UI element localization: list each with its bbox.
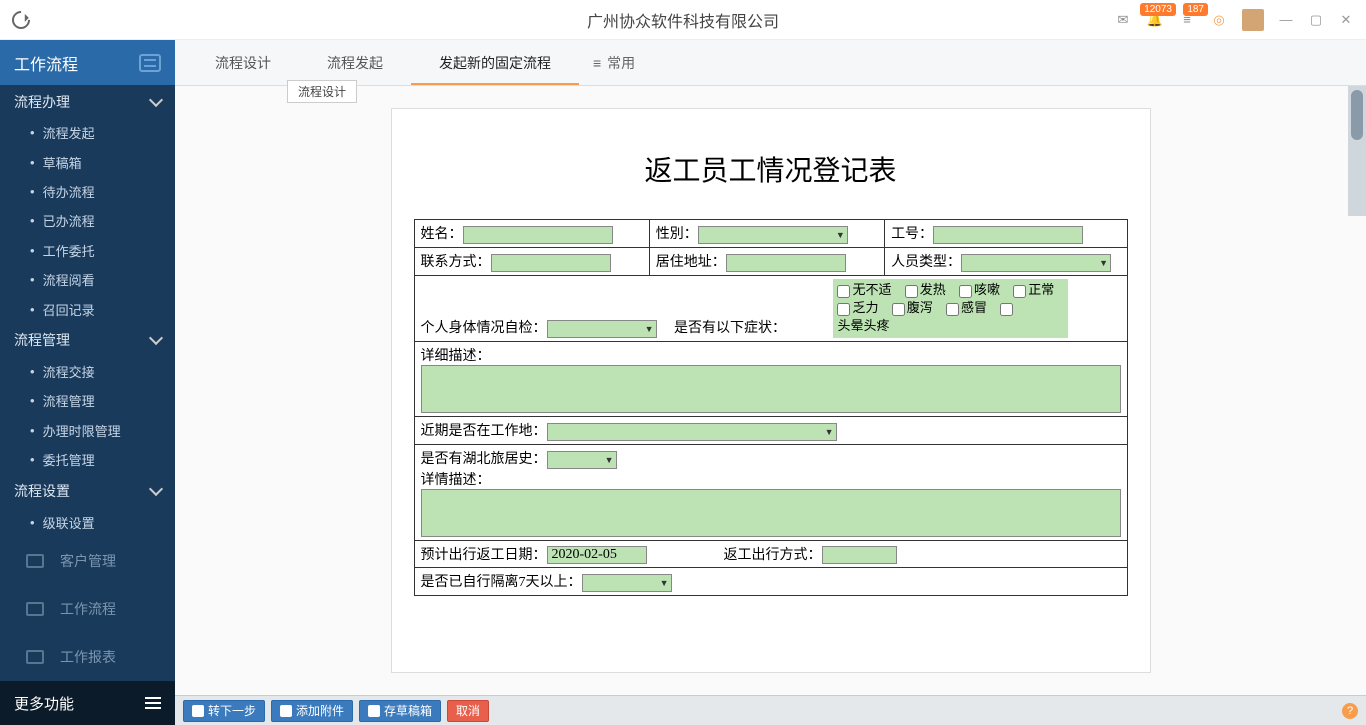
sidebar-item-recall[interactable]: 召回记录	[0, 294, 175, 323]
list-icon[interactable]: ≡187	[1178, 11, 1196, 29]
footer-bar: 转下一步 添加附件 存草稿箱 取消 ?	[175, 695, 1366, 725]
help-icon[interactable]: ?	[1342, 703, 1358, 719]
tab-start[interactable]: 流程发起	[299, 40, 411, 85]
draft-icon	[368, 705, 380, 717]
scrollbar[interactable]	[1348, 86, 1366, 216]
next-icon	[192, 705, 204, 717]
sidebar-group-settings[interactable]: 流程设置	[0, 474, 175, 507]
sidebar-group-process[interactable]: 流程办理	[0, 85, 175, 118]
hamburger-icon	[145, 697, 161, 709]
collapse-icon[interactable]	[139, 54, 161, 72]
return-date-field[interactable]: 2020-02-05	[547, 546, 647, 564]
return-way-field[interactable]	[822, 546, 897, 564]
chevron-down-icon	[149, 93, 163, 107]
hubei-select[interactable]	[547, 451, 617, 469]
sidebar-more[interactable]: 更多功能	[0, 681, 175, 725]
minimize-icon[interactable]: —	[1278, 12, 1294, 28]
sidebar-item-todo[interactable]: 待办流程	[0, 177, 175, 206]
chevron-down-icon	[149, 331, 163, 345]
sidebar-item-delegate[interactable]: 工作委托	[0, 236, 175, 265]
chk-cough[interactable]: 咳嗽	[959, 282, 1000, 297]
chk-none[interactable]: 无不适	[837, 282, 891, 297]
sidebar-item-draft[interactable]: 草稿箱	[0, 148, 175, 177]
tab-new-fixed[interactable]: 发起新的固定流程	[411, 40, 579, 85]
mail-icon[interactable]: ✉	[1114, 11, 1132, 29]
sidebar-big-workflow[interactable]: 工作流程	[0, 585, 175, 633]
close-icon[interactable]: ✕	[1338, 12, 1354, 28]
bell-badge: 12073	[1140, 3, 1176, 16]
contact-field[interactable]	[491, 254, 611, 272]
sidebar-item-limit[interactable]: 办理时限管理	[0, 416, 175, 445]
tab-common[interactable]: ≡常用	[579, 40, 649, 85]
sidebar-item-handover[interactable]: 流程交接	[0, 357, 175, 386]
name-field[interactable]	[463, 226, 613, 244]
chk-fatigue[interactable]: 乏力	[837, 300, 878, 315]
reload-icon[interactable]	[8, 7, 33, 32]
tooltip: 流程设计	[287, 80, 357, 103]
sidebar-item-start[interactable]: 流程发起	[0, 118, 175, 147]
maximize-icon[interactable]: ▢	[1308, 12, 1324, 28]
sidebar: 工作流程 流程办理 流程发起 草稿箱 待办流程 已办流程 工作委托 流程阅看 召…	[0, 40, 175, 725]
bell-icon[interactable]: 🔔12073	[1146, 11, 1164, 29]
form-scroll: 返工员工情况登记表 姓名： 性別： 工号： 联系方式： 居住地址： 人员类型：	[175, 86, 1366, 695]
sidebar-big-customer[interactable]: 客户管理	[0, 537, 175, 585]
user-icon	[26, 554, 44, 568]
detail-textarea[interactable]	[421, 365, 1121, 413]
sidebar-item-view[interactable]: 流程阅看	[0, 265, 175, 294]
form-title: 返工员工情况登记表	[414, 149, 1128, 189]
selfcheck-select[interactable]	[547, 320, 657, 338]
title-bar: 广州协众软件科技有限公司 ✉ 🔔12073 ≡187 ◎ — ▢ ✕	[0, 0, 1366, 40]
form-table: 姓名： 性別： 工号： 联系方式： 居住地址： 人员类型： 个人身	[414, 219, 1128, 596]
cancel-button[interactable]: 取消	[447, 700, 489, 722]
chk-diarrhea[interactable]: 腹泻	[892, 300, 933, 315]
symptom-checks: 无不适 发热 咳嗽 正常 乏力 腹泻 感冒 头晕头疼	[833, 279, 1068, 338]
address-field[interactable]	[726, 254, 846, 272]
recent-loc-select[interactable]	[547, 423, 837, 441]
sidebar-header[interactable]: 工作流程	[0, 40, 175, 85]
menu-icon: ≡	[593, 55, 601, 71]
app-title: 广州协众软件科技有限公司	[587, 8, 779, 32]
bulb-icon[interactable]: ◎	[1210, 11, 1228, 29]
flow-icon	[26, 602, 44, 616]
sidebar-item-mgmt[interactable]: 流程管理	[0, 386, 175, 415]
attach-button[interactable]: 添加附件	[271, 700, 353, 722]
draft-button[interactable]: 存草稿箱	[359, 700, 441, 722]
ptype-select[interactable]	[961, 254, 1111, 272]
sidebar-group-manage[interactable]: 流程管理	[0, 324, 175, 357]
list-badge: 187	[1183, 3, 1208, 16]
chk-normal[interactable]: 正常	[1013, 282, 1054, 297]
sidebar-item-done[interactable]: 已办流程	[0, 206, 175, 235]
sidebar-header-label: 工作流程	[14, 51, 78, 75]
detail2-textarea[interactable]	[421, 489, 1121, 537]
sidebar-item-cascade[interactable]: 级联设置	[0, 508, 175, 537]
chk-cold[interactable]: 感冒	[946, 300, 987, 315]
avatar[interactable]	[1242, 9, 1264, 31]
report-icon	[26, 650, 44, 664]
content-area: 流程设计 流程发起 发起新的固定流程 ≡常用 流程设计 返工员工情况登记表 姓名…	[175, 40, 1366, 725]
form-paper: 返工员工情况登记表 姓名： 性別： 工号： 联系方式： 居住地址： 人员类型：	[391, 108, 1151, 673]
tab-design[interactable]: 流程设计	[187, 40, 299, 85]
sidebar-item-trust[interactable]: 委托管理	[0, 445, 175, 474]
gender-select[interactable]	[698, 226, 848, 244]
attach-icon	[280, 705, 292, 717]
quarantine-select[interactable]	[582, 574, 672, 592]
chk-fever[interactable]: 发热	[905, 282, 946, 297]
empno-field[interactable]	[933, 226, 1083, 244]
sidebar-big-report[interactable]: 工作报表	[0, 633, 175, 681]
next-button[interactable]: 转下一步	[183, 700, 265, 722]
chevron-down-icon	[149, 482, 163, 496]
chk-dizzy-box[interactable]	[1000, 303, 1013, 316]
